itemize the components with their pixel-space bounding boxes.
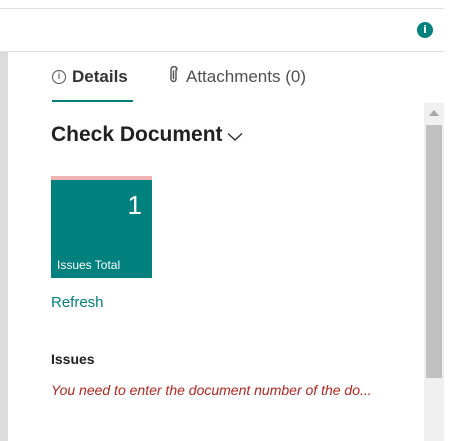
header-bar [0,9,444,52]
issues-total-cue[interactable]: 1 Issues Total [51,180,152,278]
info-circle-icon: i [52,70,66,84]
chevron-down-icon[interactable] [227,124,243,148]
check-document-title: Check Document [51,123,223,146]
top-strip [0,0,444,9]
tab-details[interactable]: i Details [52,66,128,88]
check-document-heading[interactable]: Check Document [51,122,243,148]
cue-label: Issues Total [57,258,121,272]
scroll-up-arrow-icon[interactable] [429,110,439,116]
tab-attachments[interactable]: Attachments (0) [168,65,306,89]
scrollbar-thumb[interactable] [426,125,442,378]
info-icon[interactable]: i [417,22,433,38]
tab-details-label: Details [72,67,128,86]
cue-value: 1 [127,190,142,220]
page-content-edge [0,52,8,441]
right-margin [444,0,461,441]
issue-message[interactable]: You need to enter the document number of… [51,382,407,398]
refresh-link[interactable]: Refresh [51,294,104,311]
active-tab-indicator [52,100,133,102]
tab-attachments-label: Attachments (0) [186,67,306,86]
paperclip-icon [168,65,180,89]
issues-heading: Issues [51,351,95,367]
